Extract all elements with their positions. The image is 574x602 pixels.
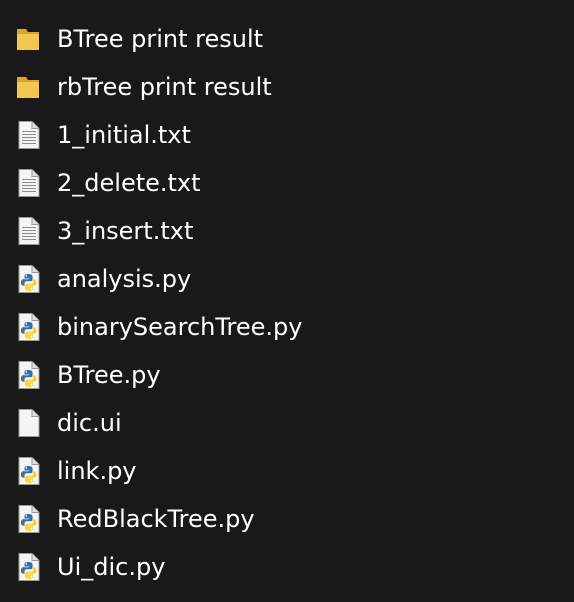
python-file-icon [15, 312, 43, 342]
file-name: binarySearchTree.py [57, 313, 303, 341]
blank-file-icon [15, 408, 43, 438]
file-name: 1_initial.txt [57, 121, 191, 149]
list-item[interactable]: BTree.py [0, 351, 574, 399]
text-file-icon [15, 120, 43, 150]
file-name: 2_delete.txt [57, 169, 201, 197]
python-file-icon [15, 456, 43, 486]
list-item[interactable]: link.py [0, 447, 574, 495]
folder-icon [15, 24, 43, 54]
list-item[interactable]: 3_insert.txt [0, 207, 574, 255]
text-file-icon [15, 168, 43, 198]
file-name: dic.ui [57, 409, 122, 437]
list-item[interactable]: 1_initial.txt [0, 111, 574, 159]
file-name: BTree.py [57, 361, 161, 389]
file-name: Ui_dic.py [57, 553, 166, 581]
file-name: 3_insert.txt [57, 217, 194, 245]
python-file-icon [15, 504, 43, 534]
list-item[interactable]: rbTree print result [0, 63, 574, 111]
list-item[interactable]: 2_delete.txt [0, 159, 574, 207]
file-name: analysis.py [57, 265, 192, 293]
list-item[interactable]: BTree print result [0, 15, 574, 63]
file-name: link.py [57, 457, 137, 485]
list-item[interactable]: dic.ui [0, 399, 574, 447]
file-name: BTree print result [57, 25, 264, 53]
list-item[interactable]: Ui_dic.py [0, 543, 574, 591]
file-name: rbTree print result [57, 73, 272, 101]
file-name: RedBlackTree.py [57, 505, 255, 533]
text-file-icon [15, 216, 43, 246]
list-item[interactable]: RedBlackTree.py [0, 495, 574, 543]
file-list: BTree print result rbTree print result 1… [0, 15, 574, 591]
python-file-icon [15, 360, 43, 390]
python-file-icon [15, 264, 43, 294]
list-item[interactable]: binarySearchTree.py [0, 303, 574, 351]
folder-icon [15, 72, 43, 102]
list-item[interactable]: analysis.py [0, 255, 574, 303]
python-file-icon [15, 552, 43, 582]
